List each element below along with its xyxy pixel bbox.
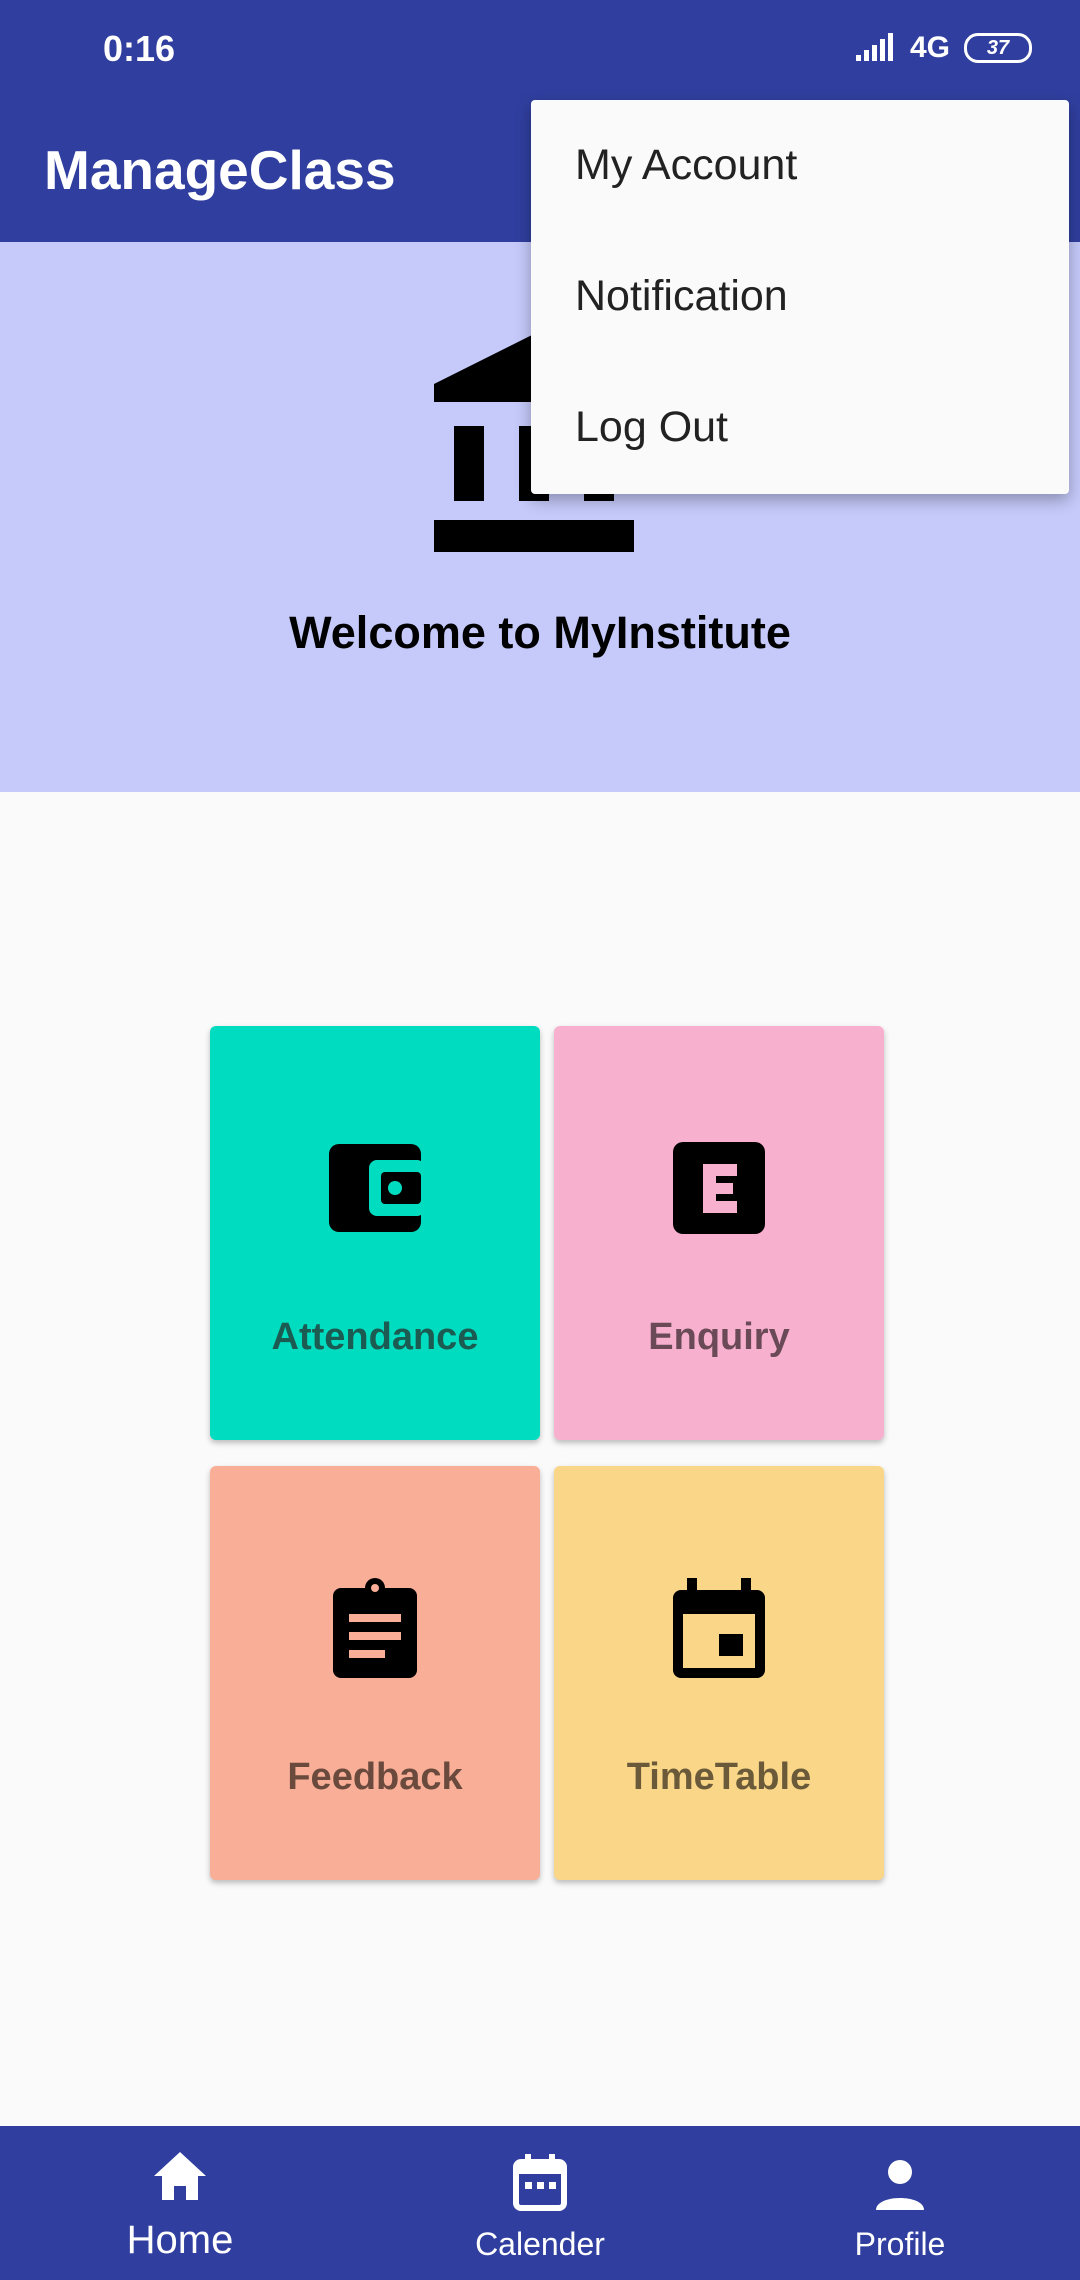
nav-item-profile[interactable]: Profile xyxy=(780,2126,1020,2280)
app-title: ManageClass xyxy=(44,139,396,201)
attendance-label: Attendance xyxy=(271,1316,479,1358)
status-icons: 4G 37 xyxy=(855,30,1032,66)
nav-label-home: Home xyxy=(126,2218,234,2262)
menu-item-my-account[interactable]: My Account xyxy=(531,100,1069,231)
status-time: 0:16 xyxy=(103,28,176,69)
attendance-tile[interactable]: Attendance xyxy=(210,1026,540,1440)
feedback-label: Feedback xyxy=(287,1756,463,1798)
network-type: 4G xyxy=(909,31,950,64)
status-bar: 0:16 4G 37 xyxy=(0,0,1080,96)
person-icon xyxy=(876,2160,924,2210)
feedback-tile[interactable]: Feedback xyxy=(210,1466,540,1880)
nav-label-profile: Profile xyxy=(854,2226,946,2262)
timetable-tile[interactable]: TimeTable xyxy=(554,1466,884,1880)
menu-item-log-out[interactable]: Log Out xyxy=(531,362,1069,493)
timetable-label: TimeTable xyxy=(626,1756,812,1798)
e-box-icon xyxy=(673,1142,765,1234)
welcome-title: Welcome to MyInstitute xyxy=(289,607,791,658)
wallet-icon xyxy=(329,1144,425,1232)
bottom-navigation: Home Calender Profile xyxy=(0,2126,1080,2280)
signal-icon xyxy=(855,33,896,63)
enquiry-label: Enquiry xyxy=(648,1316,790,1358)
nav-label-calender: Calender xyxy=(475,2226,605,2262)
home-icon xyxy=(154,2152,206,2200)
clipboard-icon xyxy=(333,1578,417,1678)
menu-item-notification[interactable]: Notification xyxy=(531,231,1069,362)
calendar-icon xyxy=(673,1578,765,1678)
enquiry-tile[interactable]: Enquiry xyxy=(554,1026,884,1440)
nav-item-home[interactable]: Home xyxy=(60,2126,300,2280)
calendar-icon xyxy=(513,2154,567,2211)
overflow-menu: My Account Notification Log Out xyxy=(531,100,1069,494)
battery-icon: 37 xyxy=(964,33,1032,63)
nav-item-calender[interactable]: Calender xyxy=(420,2126,660,2280)
